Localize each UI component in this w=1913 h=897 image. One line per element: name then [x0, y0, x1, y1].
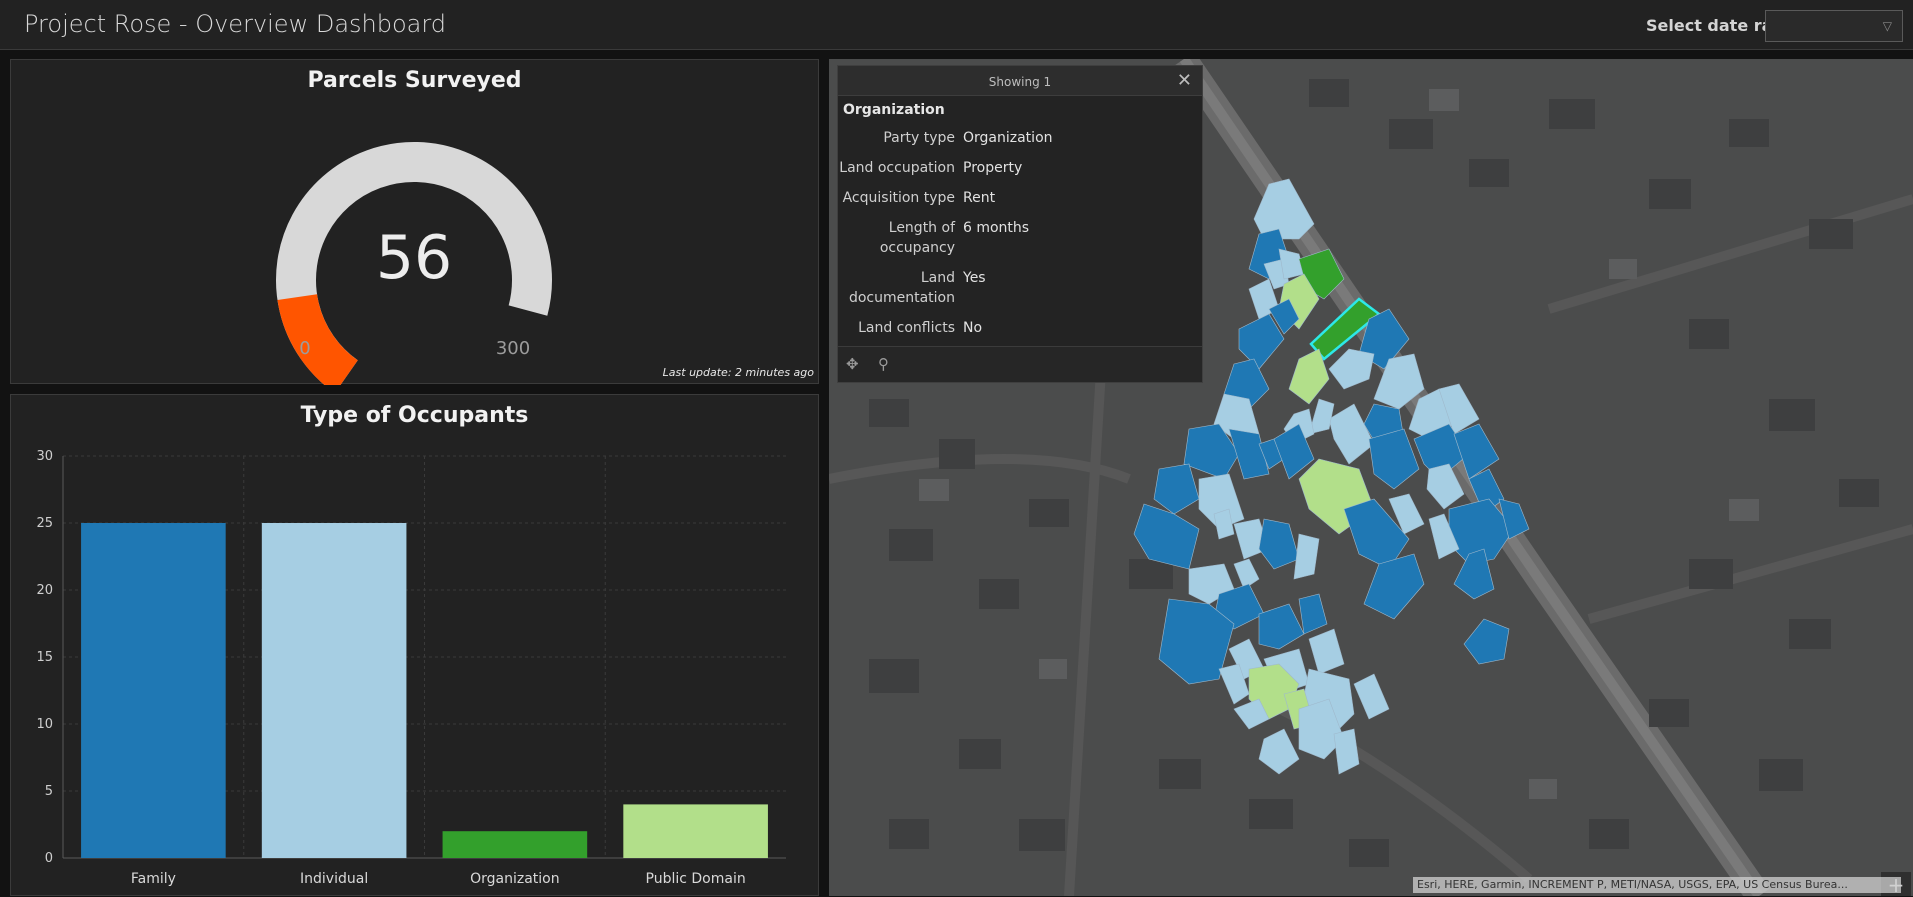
popup-field-key: Party type [883, 130, 955, 146]
popup-field-table: Party type Organization Land occupation Pro… [838, 128, 1202, 348]
chevron-down-icon: ▽ [1882, 19, 1892, 33]
bar-chart-panel: Type of Occupants 0 5 10 15 20 25 30 Family Indi… [10, 394, 819, 896]
gauge: 56 0 300 [276, 142, 552, 385]
y-tick-label: 0 [45, 851, 53, 866]
popup-footer: ✥ ⚲ [838, 346, 1202, 382]
pan-icon[interactable]: ✥ [846, 355, 859, 373]
popup-field-value: 6 months [963, 220, 1030, 236]
popup-field-key: Land occupation [839, 160, 955, 176]
bar-public-domain[interactable] [623, 804, 768, 858]
popup-field-value: Property [963, 160, 1023, 176]
x-tick-label: Family [131, 871, 176, 887]
bar-chart: 0 5 10 15 20 25 30 Family Individual Organization… [36, 449, 786, 887]
popup-field-value: Yes [963, 270, 986, 286]
gauge-max-label: 300 [496, 338, 530, 359]
y-tick-label: 30 [36, 449, 53, 464]
x-tick-label: Individual [300, 871, 368, 887]
top-bar: Project Rose - Overview Dashboard Select… [0, 0, 1913, 50]
y-tick-label: 25 [36, 516, 53, 531]
y-tick-label: 5 [45, 784, 53, 799]
x-tick-label: Organization [470, 871, 560, 887]
popup-field-row: Acquisition type Rent [838, 188, 1202, 208]
popup-field-value: Rent [963, 190, 996, 206]
popup-title: Organization [843, 102, 945, 118]
page-title: Project Rose - Overview Dashboard [24, 10, 447, 38]
map-attribution: Esri, HERE, Garmin, INCREMENT P, METI/NA… [1413, 877, 1901, 893]
popup-field-key: Acquisition type [842, 190, 955, 206]
popup-field-row: Land conflicts No [838, 318, 1202, 338]
gauge-value: 56 [376, 223, 452, 293]
close-icon[interactable]: ✕ [1177, 70, 1192, 91]
feature-popup: Showing 1 ✕ Organization Party type Organ… [837, 65, 1203, 383]
x-tick-label: Public Domain [646, 871, 746, 887]
gauge-panel: Parcels Surveyed 56 0 300 Last update: 2… [10, 59, 819, 385]
gauge-min-label: 0 [299, 338, 310, 359]
y-tick-label: 15 [36, 650, 53, 665]
popup-field-row: Length of occupancy 6 months [838, 218, 1202, 258]
zoom-to-icon[interactable]: ⚲ [878, 355, 889, 373]
bar-individual[interactable] [261, 523, 407, 858]
popup-field-row: Land occupation Property [838, 158, 1202, 178]
bar-family[interactable] [81, 523, 226, 858]
map-view[interactable]: Showing 1 ✕ Organization Party type Organ… [829, 59, 1913, 896]
gauge-fill [277, 293, 359, 385]
popup-field-key: Land conflicts [858, 320, 955, 336]
popup-field-row: Land documentation Yes [838, 268, 1202, 308]
last-update: Last update: 2 minutes ago [662, 366, 814, 379]
bar-organization[interactable] [442, 831, 588, 858]
y-tick-label: 10 [36, 717, 53, 732]
date-range-select[interactable]: ▽ [1765, 10, 1903, 42]
popup-field-row: Party type Organization [838, 128, 1202, 148]
popup-count: Showing 1 [988, 75, 1052, 89]
popup-field-value: No [963, 320, 983, 336]
popup-header: Showing 1 ✕ [838, 66, 1202, 96]
y-tick-label: 20 [36, 583, 53, 598]
popup-field-key: Land documentation [848, 270, 955, 306]
popup-field-value: Organization [963, 130, 1053, 146]
popup-field-key: Length of occupancy [879, 220, 955, 256]
